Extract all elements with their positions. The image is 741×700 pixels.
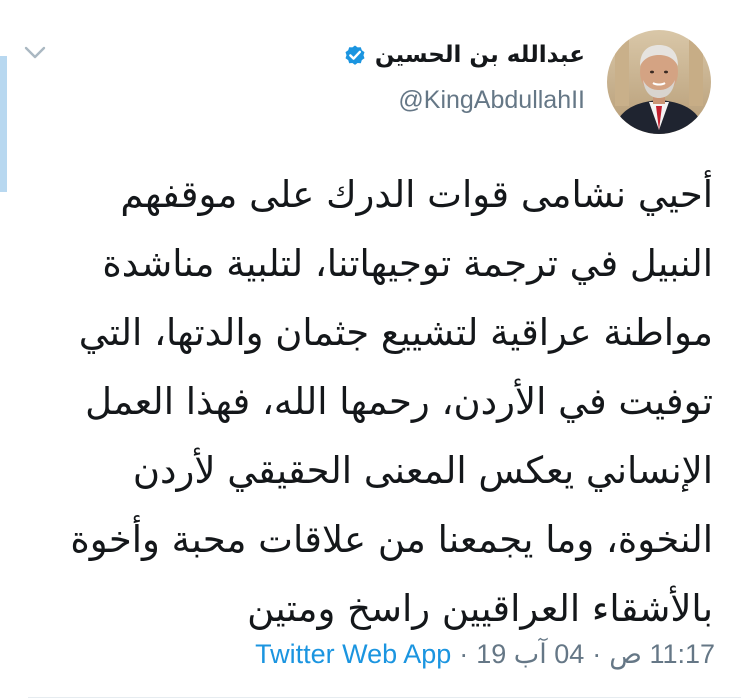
tweet-text: أحيي نشامى قوات الدرك على موقفهم النبيل … [23, 160, 713, 643]
tweet-text-line: أحيي نشامى قوات الدرك على موقفهم [120, 173, 713, 216]
tweet-text-line: توفيت في الأردن، رحمها الله، فهذا العمل [85, 380, 713, 423]
tweet-text-line: بالأشقاء العراقيين راسخ ومتين [247, 587, 713, 630]
tweet-text-line: الإنساني يعكس المعنى الحقيقي لأردن [132, 449, 713, 492]
display-name-row[interactable]: عبدالله بن الحسين [343, 42, 585, 68]
meta-separator: · [459, 638, 469, 669]
display-name[interactable]: عبدالله بن الحسين [375, 42, 585, 68]
meta-separator: · [592, 638, 602, 669]
tweet-metadata: 11:17 ص · 04 آب 19 · Twitter Web App [255, 634, 715, 674]
chevron-down-icon [24, 46, 46, 59]
tweet-time[interactable]: 11:17 ص [609, 639, 715, 670]
tweet-text-line: النبيل في ترجمة توجيهاتنا، لتلبية مناشدة [102, 242, 713, 285]
author-names: عبدالله بن الحسين @KingAbdullahII [343, 42, 585, 115]
tweet-text-line: النخوة، وما يجمعنا من علاقات محبة وأخوة [70, 518, 713, 561]
author-handle[interactable]: @KingAbdullahII [398, 86, 585, 115]
divider [28, 697, 741, 698]
tweet-date[interactable]: 04 آب 19 [476, 639, 584, 670]
avatar[interactable] [607, 30, 711, 134]
tweet-text-line: مواطنة عراقية لتشييع جثمان والدتها، التي [78, 311, 713, 354]
avatar-image [607, 30, 711, 134]
tweet-menu-button[interactable] [20, 42, 50, 64]
tweet-header: عبدالله بن الحسين @KingAbdullahII [343, 27, 711, 137]
verified-check-icon [343, 43, 367, 67]
selection-accent-bar [0, 56, 7, 192]
tweet-source-link[interactable]: Twitter Web App [255, 639, 451, 670]
